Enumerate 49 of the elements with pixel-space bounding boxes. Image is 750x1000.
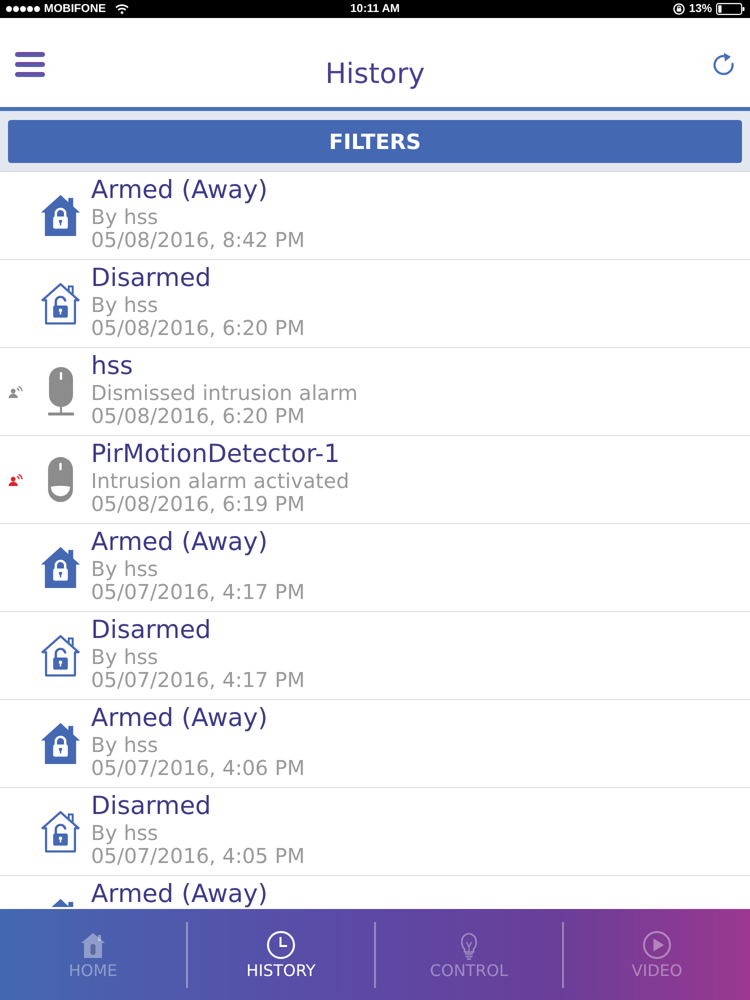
rotation-lock-icon <box>672 3 685 15</box>
event-title: hss <box>91 354 133 378</box>
event-title: Armed (Away) <box>91 706 268 730</box>
event-detail: By hss <box>91 294 158 317</box>
battery-percent: 13% <box>688 2 712 16</box>
event-time: 05/08/2016, 8:42 PM <box>91 229 305 252</box>
event-time: 05/07/2016, 4:06 PM <box>91 757 305 780</box>
event-title: Armed (Away) <box>91 882 268 906</box>
event-title: Armed (Away) <box>91 178 268 202</box>
event-time: 05/08/2016, 6:19 PM <box>91 493 305 516</box>
event-title: Disarmed <box>91 794 211 818</box>
nav-tab[interactable]: VIDEO <box>564 909 750 1000</box>
event-time: 05/07/2016, 4:05 PM <box>91 845 305 868</box>
house-lock-icon <box>40 722 81 765</box>
event-detail: By hss <box>91 206 158 229</box>
house-unlock-icon <box>40 634 81 677</box>
motion-sensor-icon <box>47 456 74 502</box>
event-title: PirMotionDetector-1 <box>91 442 340 466</box>
device-on-stand-icon <box>48 366 74 416</box>
wifi-icon <box>114 4 129 14</box>
clock-time: 10:11 AM <box>350 2 400 16</box>
event-time: 05/07/2016, 4:17 PM <box>91 581 305 604</box>
filters-button[interactable]: FILTERS <box>8 120 742 163</box>
page-title: History <box>325 57 425 91</box>
event-title: Disarmed <box>91 266 211 290</box>
nav-tab[interactable]: HOME <box>0 909 186 1000</box>
clock-icon <box>266 930 296 960</box>
event-detail: Dismissed intrusion alarm <box>91 382 358 405</box>
nav-tab[interactable]: HISTORY <box>188 909 374 1000</box>
event-title: Armed (Away) <box>91 530 268 554</box>
event-title: Disarmed <box>91 618 211 642</box>
event-time: 05/08/2016, 6:20 PM <box>91 405 305 428</box>
menu-icon[interactable] <box>15 52 45 76</box>
house-lock-icon <box>40 194 81 237</box>
battery-icon <box>716 3 745 15</box>
event-detail: By hss <box>91 822 158 845</box>
signal-dots-icon <box>6 6 40 12</box>
carrier-name: MOBIFONE <box>44 2 106 16</box>
play-icon <box>642 930 672 960</box>
event-detail: Intrusion alarm activated <box>91 470 350 493</box>
event-detail: By hss <box>91 646 158 669</box>
nav-tab[interactable]: CONTROL <box>376 909 562 1000</box>
event-time: 05/08/2016, 6:20 PM <box>91 317 305 340</box>
event-detail: By hss <box>91 558 158 581</box>
house-unlock-icon <box>40 282 81 325</box>
event-detail: By hss <box>91 734 158 757</box>
house-unlock-icon <box>40 810 81 853</box>
event-time: 05/07/2016, 4:17 PM <box>91 669 305 692</box>
house-lock-icon <box>40 546 81 589</box>
